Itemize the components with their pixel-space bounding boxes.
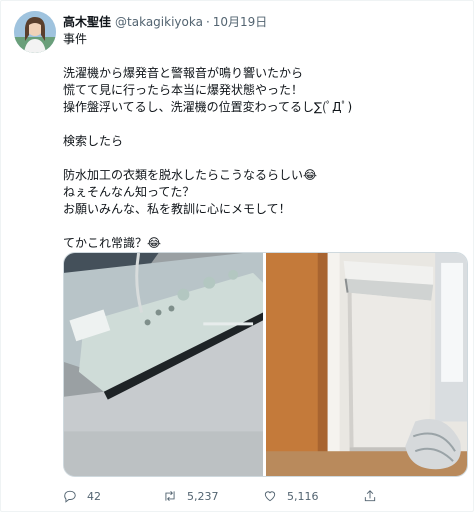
avatar-image (14, 11, 56, 53)
tweet-line: ねぇそんなん知ってた？ (63, 185, 195, 199)
tweet-line: 慌てて見に行ったら本当に爆発状態やった！ (63, 83, 304, 97)
author-name[interactable]: 高木聖佳 (63, 14, 111, 30)
retweet-icon (165, 491, 175, 501)
reply-icon (64, 490, 76, 503)
washing-machine-moved-photo[interactable] (266, 253, 467, 476)
avatar[interactable] (14, 11, 56, 53)
reply-count: 42 (87, 489, 101, 503)
retweet-count: 5,237 (187, 489, 219, 503)
tweet-line: 洗濯機から爆発音と警報音が鳴り響いたから (63, 66, 304, 80)
like-count: 5,116 (287, 489, 319, 503)
author-handle[interactable]: @takagikiyoka (115, 14, 203, 30)
share-icon (364, 490, 376, 502)
washing-machine-panel-image (64, 253, 263, 476)
share-button[interactable] (363, 487, 463, 505)
reply-button[interactable]: 42 (63, 487, 163, 505)
tweet-line: 検索したら (63, 134, 124, 148)
heart-icon (264, 491, 276, 502)
washing-machine-panel-photo[interactable] (64, 253, 263, 476)
tweet-card[interactable]: 高木聖佳 @takagikiyoka · 10月19日 事件 洗濯機から爆発音と… (0, 0, 474, 512)
tweet-line: お願いみんな、私を教訓に心にメモして！ (63, 202, 291, 216)
tweet-media (63, 252, 468, 477)
tweet-line: てかこれ常識？😂 (63, 236, 162, 250)
header-separator: · (205, 15, 210, 29)
tweet-line: 事件 (63, 32, 88, 46)
tweet-line: 防水加工の衣類を脱水したらこうなるらしい😂 (63, 168, 318, 182)
tweet-actions: 42 5,237 5,116 (63, 487, 463, 505)
tweet-text: 事件 洗濯機から爆発音と警報音が鳴り響いたから 慌てて見に行ったら本当に爆発状態… (63, 31, 463, 252)
tweet-date[interactable]: 10月19日 (213, 14, 268, 30)
tweet-line: 操作盤浮いてるし、洗濯機の位置変わってるし∑(ﾟДﾟ) (63, 100, 353, 114)
retweet-button[interactable]: 5,237 (163, 487, 263, 505)
tweet-header: 高木聖佳 @takagikiyoka · 10月19日 (63, 14, 463, 30)
washing-machine-moved-image (266, 253, 467, 476)
like-button[interactable]: 5,116 (263, 487, 363, 505)
